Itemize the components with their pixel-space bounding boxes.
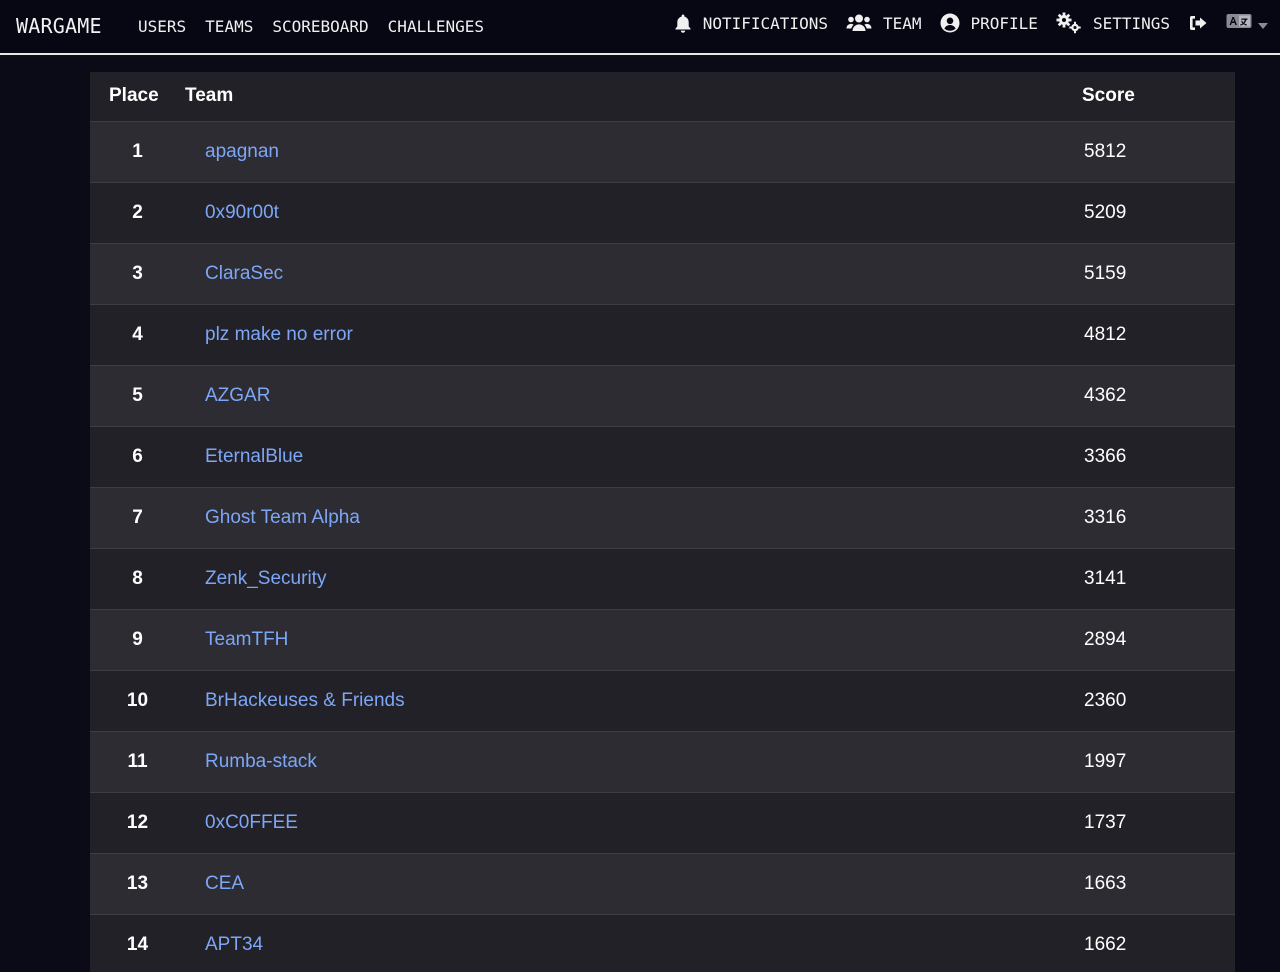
place-cell: 12 (126, 811, 149, 833)
caret-down-icon (1258, 14, 1268, 33)
table-row: 9 TeamTFH 2894 (90, 609, 1235, 670)
score-cell: 5812 (1084, 140, 1127, 162)
score-cell: 5209 (1084, 201, 1127, 223)
place-cell: 4 (132, 323, 143, 345)
gears-icon (1056, 12, 1082, 34)
nav-links: USERS TEAMS SCOREBOARD CHALLENGES (138, 17, 484, 36)
table-row: 5 AZGAR 4362 (90, 365, 1235, 426)
score-cell: 3366 (1084, 445, 1127, 467)
nav-settings[interactable]: SETTINGS (1056, 12, 1170, 34)
language-dropdown[interactable] (1226, 13, 1268, 33)
team-link[interactable]: apagnan (205, 141, 279, 162)
place-cell: 13 (126, 872, 149, 894)
table-row: 4 plz make no error 4812 (90, 304, 1235, 365)
score-cell: 1662 (1084, 933, 1127, 955)
nav-profile[interactable]: PROFILE (940, 13, 1038, 33)
score-cell: 5159 (1084, 262, 1127, 284)
place-cell: 10 (126, 689, 149, 711)
scoreboard: Place Team Score 1 apagnan 5812 2 0x90r0… (90, 72, 1235, 972)
nav-notifications[interactable]: NOTIFICATIONS (674, 13, 828, 33)
score-cell: 4362 (1084, 384, 1127, 406)
place-cell: 1 (132, 140, 143, 162)
table-row: 2 0x90r00t 5209 (90, 182, 1235, 243)
nav-link-teams[interactable]: TEAMS (205, 17, 253, 36)
team-link[interactable]: 0xC0FFEE (205, 812, 298, 833)
table-row: 3 ClaraSec 5159 (90, 243, 1235, 304)
nav-team[interactable]: TEAM (846, 13, 922, 33)
team-link[interactable]: Zenk_Security (205, 568, 326, 589)
top-navbar: WARGAME USERS TEAMS SCOREBOARD CHALLENGE… (0, 0, 1280, 55)
place-cell: 14 (126, 933, 149, 955)
table-row: 13 CEA 1663 (90, 853, 1235, 914)
score-cell: 4812 (1084, 323, 1127, 345)
team-link[interactable]: EternalBlue (205, 446, 303, 467)
table-row: 14 APT34 1662 (90, 914, 1235, 972)
team-link[interactable]: ClaraSec (205, 263, 283, 284)
table-header-row: Place Team Score (90, 72, 1235, 122)
nav-settings-label: SETTINGS (1092, 13, 1170, 33)
column-header-place: Place (90, 72, 185, 122)
score-cell: 3141 (1084, 567, 1127, 589)
user-circle-icon (940, 13, 960, 33)
score-cell: 1997 (1084, 750, 1127, 772)
nav-link-challenges[interactable]: CHALLENGES (388, 17, 484, 36)
table-row: 12 0xC0FFEE 1737 (90, 792, 1235, 853)
table-row: 1 apagnan 5812 (90, 121, 1235, 182)
team-link[interactable]: Rumba-stack (205, 751, 317, 772)
nav-notifications-label: NOTIFICATIONS (702, 13, 828, 33)
place-cell: 6 (132, 445, 143, 467)
table-row: 7 Ghost Team Alpha 3316 (90, 487, 1235, 548)
score-cell: 1663 (1084, 872, 1127, 894)
team-link[interactable]: plz make no error (205, 324, 353, 345)
language-icon (1226, 13, 1252, 33)
score-cell: 2360 (1084, 689, 1127, 711)
place-cell: 7 (132, 506, 143, 528)
place-cell: 11 (127, 750, 148, 772)
column-header-score: Score (1082, 72, 1235, 122)
table-row: 10 BrHackeuses & Friends 2360 (90, 670, 1235, 731)
table-row: 8 Zenk_Security 3141 (90, 548, 1235, 609)
team-link[interactable]: CEA (205, 873, 244, 894)
place-cell: 3 (132, 262, 143, 284)
place-cell: 9 (132, 628, 143, 650)
nav-right: NOTIFICATIONS TEAM PROFILE SETTINGS (674, 12, 1268, 34)
nav-link-users[interactable]: USERS (138, 17, 186, 36)
score-cell: 1737 (1084, 811, 1127, 833)
team-link[interactable]: AZGAR (205, 385, 270, 406)
team-link[interactable]: APT34 (205, 934, 263, 955)
scoreboard-body: 1 apagnan 5812 2 0x90r00t 5209 3 ClaraSe… (90, 121, 1235, 972)
table-row: 11 Rumba-stack 1997 (90, 731, 1235, 792)
table-row: 6 EternalBlue 3366 (90, 426, 1235, 487)
team-link[interactable]: BrHackeuses & Friends (205, 690, 405, 711)
team-link[interactable]: Ghost Team Alpha (205, 507, 360, 528)
scoreboard-table: Place Team Score 1 apagnan 5812 2 0x90r0… (90, 72, 1235, 972)
nav-team-label: TEAM (882, 13, 922, 33)
team-link[interactable]: 0x90r00t (205, 202, 279, 223)
score-cell: 2894 (1084, 628, 1127, 650)
place-cell: 2 (132, 201, 143, 223)
brand-logo[interactable]: WARGAME (16, 14, 102, 38)
score-cell: 3316 (1084, 506, 1127, 528)
bell-icon (674, 13, 692, 33)
nav-profile-label: PROFILE (970, 13, 1038, 33)
place-cell: 5 (132, 384, 143, 406)
nav-link-scoreboard[interactable]: SCOREBOARD (272, 17, 368, 36)
column-header-team: Team (185, 72, 1082, 122)
sign-out-icon (1188, 14, 1208, 32)
place-cell: 8 (132, 567, 143, 589)
logout-button[interactable] (1188, 14, 1208, 32)
team-link[interactable]: TeamTFH (205, 629, 288, 650)
users-icon (846, 13, 872, 33)
